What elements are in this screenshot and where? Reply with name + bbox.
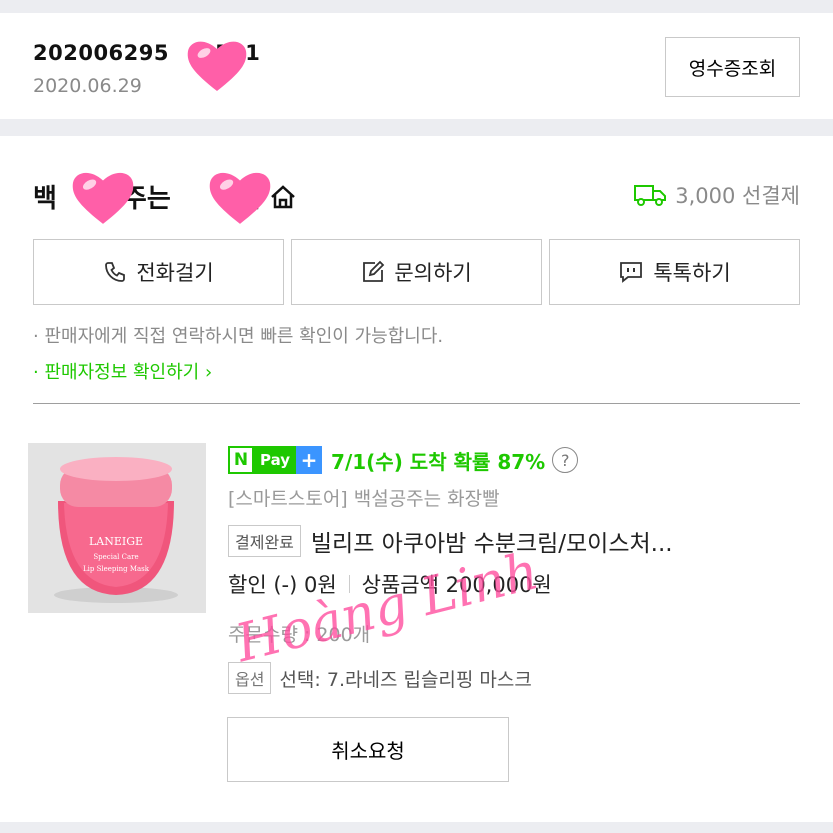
- option-text: 선택: 7.라네즈 립슬리핑 마스크: [279, 668, 532, 691]
- payment-status-badge: 결제완료: [228, 525, 301, 557]
- call-button[interactable]: 전화걸기: [33, 239, 284, 305]
- heart-sticker: [72, 172, 134, 224]
- discount-amount: 할인 (-) 0원: [228, 573, 337, 597]
- seller-actions: 전화걸기 문의하기 톡톡하기: [33, 239, 800, 305]
- product-status-row: 결제완료 빌리프 아쿠아밤 수분크림/모이스처...: [228, 524, 818, 558]
- store-name[interactable]: [스마트스토어] 백설공주는 화장빨: [228, 484, 500, 511]
- option-badge: 옵션: [228, 662, 272, 694]
- lip-mask-jar-image: LANEIGE Special Care Lip Sleeping Mask: [28, 443, 206, 613]
- order-summary-card: 202006295531 2020.06.29 영수증조회: [0, 13, 833, 119]
- arrival-estimate: 7/1(수) 도착 확률 87%: [331, 449, 546, 474]
- chat-icon: [620, 262, 643, 283]
- cancel-request-button[interactable]: 취소요청: [227, 717, 509, 782]
- contact-notice: · 판매자에게 직접 연락하시면 빠른 확인이 가능합니다.: [33, 326, 444, 347]
- delivery-badge-row: N Pay + 7/1(수) 도착 확률 87% ?: [228, 446, 579, 474]
- product-title[interactable]: 빌리프 아쿠아밤 수분크림/모이스처...: [311, 524, 673, 558]
- order-quantity: 주문수량 : 200개: [228, 624, 371, 646]
- product-price: 상품금액 200,000원: [361, 573, 552, 597]
- heart-sticker: [187, 41, 247, 91]
- inquiry-button[interactable]: 문의하기: [291, 239, 542, 305]
- npay-plus-badge: N Pay +: [228, 446, 323, 474]
- receipt-lookup-button[interactable]: 영수증조회: [665, 37, 800, 97]
- seller-info-link[interactable]: · 판매자정보 확인하기 ›: [33, 358, 212, 384]
- talktalk-button[interactable]: 톡톡하기: [549, 239, 800, 305]
- edit-icon: [363, 260, 385, 282]
- help-icon[interactable]: ?: [552, 447, 579, 473]
- order-date: 2020.06.29: [33, 75, 142, 97]
- watermark-text: Hoàng Linh: [230, 541, 545, 675]
- price-row: 할인 (-) 0원 상품금액 200,000원: [228, 569, 552, 599]
- divider: [348, 575, 350, 593]
- divider: [33, 403, 800, 404]
- shipping-fee: 3,000 선결제: [633, 180, 800, 210]
- svg-text:LANEIGE: LANEIGE: [89, 535, 143, 548]
- svg-text:Special Care: Special Care: [93, 553, 138, 561]
- heart-sticker: [209, 172, 271, 224]
- product-image[interactable]: LANEIGE Special Care Lip Sleeping Mask: [28, 443, 206, 613]
- truck-icon: [634, 185, 667, 206]
- option-row: 옵션 선택: 7.라네즈 립슬리핑 마스크: [228, 662, 532, 694]
- chevron-right-icon: ›: [204, 362, 213, 383]
- phone-icon: [105, 262, 126, 282]
- svg-text:Lip Sleeping Mask: Lip Sleeping Mask: [83, 565, 150, 573]
- seller-order-card: 백 주는 빨 3,000 선결제 전화걸기: [0, 136, 833, 822]
